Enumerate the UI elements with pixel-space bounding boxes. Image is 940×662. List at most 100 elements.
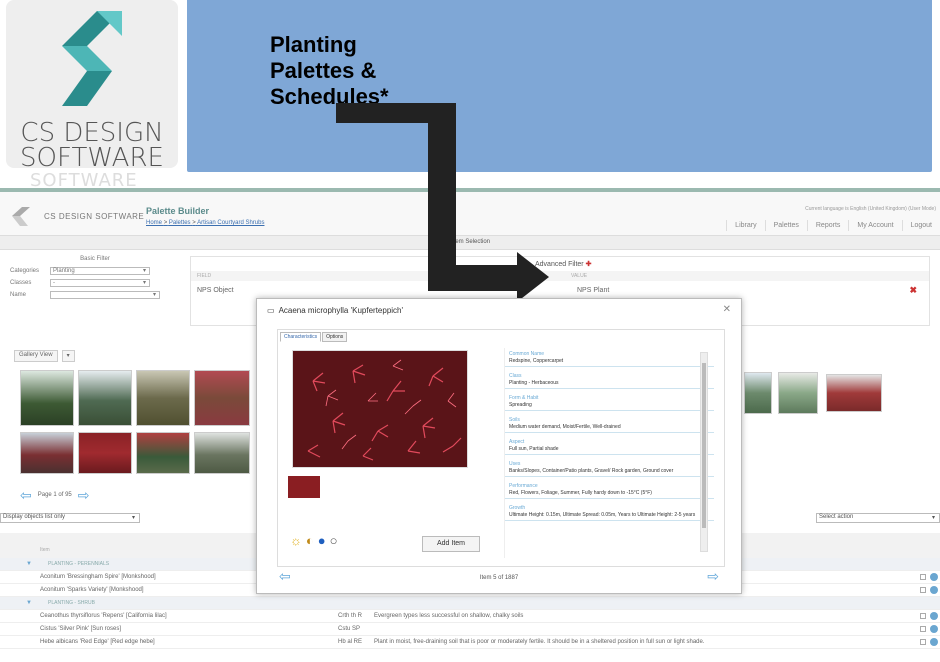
- table-row[interactable]: Hebe albicans 'Red Edge' [Red edge hebe]…: [0, 636, 940, 649]
- gallery-thumbnail[interactable]: [78, 432, 132, 474]
- gallery-thumbnail[interactable]: [136, 432, 190, 474]
- remove-filter-icon[interactable]: ✖: [909, 285, 917, 296]
- water-low-icon: ○: [329, 533, 338, 548]
- grid-header-item: Item: [40, 547, 50, 553]
- row-checkbox[interactable]: [920, 613, 926, 619]
- language-line: Current language is English (United King…: [805, 206, 936, 212]
- filter-field-value: NPS Object: [197, 287, 234, 294]
- modal-body: Characteristics Options ☼ ◐ ● ○ Add Item…: [277, 329, 725, 567]
- nav-logout[interactable]: Logout: [901, 220, 940, 231]
- banner-title: Planting Palettes & Schedules*: [270, 32, 389, 109]
- basic-filter-header: Basic Filter: [80, 256, 110, 262]
- gallery-view-dropdown-icon[interactable]: ▾: [61, 350, 75, 362]
- page-indicator: Page 1 of 95: [37, 492, 72, 498]
- filter-value-value: NPS Plant: [577, 287, 610, 294]
- gallery-thumbnail[interactable]: [826, 374, 882, 412]
- gallery-thumbnail[interactable]: [136, 370, 190, 426]
- group-row[interactable]: ▼ PLANTING - SHRUB: [0, 597, 940, 610]
- classes-select[interactable]: -: [50, 279, 150, 287]
- attr-aspect: Aspect Full sun, Partial shade: [505, 436, 714, 455]
- callout-arrowhead-icon: [517, 252, 549, 302]
- basic-filter: Basic Filter Categories Planting Classes -…: [10, 256, 180, 302]
- add-item-button[interactable]: Add Item: [422, 536, 480, 552]
- breadcrumb-current[interactable]: Artisan Courtyard Shrubs: [197, 220, 264, 226]
- display-mode-select[interactable]: Display objects list only ▾: [0, 513, 140, 523]
- partial-shade-icon: ◐: [305, 533, 314, 548]
- attribute-scrollbar[interactable]: [700, 352, 708, 552]
- gallery-thumbnail[interactable]: [20, 432, 74, 474]
- plant-thumbnail[interactable]: [288, 476, 320, 498]
- nav-reports[interactable]: Reports: [806, 220, 849, 231]
- classes-label: Classes: [10, 280, 32, 286]
- filter-tab-bar: Item Selection: [0, 236, 940, 250]
- name-label: Name: [10, 292, 27, 298]
- app-logo-icon: [12, 207, 30, 226]
- col-field: FIELD: [197, 273, 212, 279]
- app-header: CS DESIGN SOFTWARE Palette Builder Home …: [0, 188, 940, 236]
- gallery-view-button[interactable]: Gallery View: [14, 350, 58, 362]
- tab-options[interactable]: Options: [322, 332, 348, 342]
- add-row-icon[interactable]: [930, 573, 938, 581]
- row-checkbox[interactable]: [920, 639, 926, 645]
- breadcrumb-home[interactable]: Home: [146, 220, 162, 226]
- plant-photo: [292, 350, 468, 468]
- gallery-thumbnail[interactable]: [78, 370, 132, 426]
- breadcrumb-palettes[interactable]: Palettes: [169, 220, 191, 226]
- attr-form-habit: Form & Habit Spreading: [505, 392, 714, 411]
- close-icon[interactable]: ✕: [723, 304, 731, 315]
- name-input[interactable]: [50, 291, 160, 299]
- next-item-icon[interactable]: ⇨: [707, 569, 719, 583]
- water-high-icon: ●: [317, 533, 326, 548]
- modal-tabs: Characteristics Options: [280, 332, 348, 342]
- tab-item-selection[interactable]: Item Selection: [452, 239, 490, 245]
- top-nav: Library Palettes Reports My Account Logo…: [726, 220, 940, 231]
- aspect-icons: ☼ ◐ ● ○: [290, 534, 338, 548]
- window-icon: ▭: [267, 306, 275, 315]
- gallery-view-toggle: Gallery View ▾: [14, 350, 94, 362]
- row-checkbox[interactable]: [920, 574, 926, 580]
- tab-characteristics[interactable]: Characteristics: [280, 332, 322, 342]
- add-row-icon[interactable]: [930, 612, 938, 620]
- table-row[interactable]: Cistus 'Silver Pink' [Sun roses] Cstu SP: [0, 623, 940, 636]
- gallery-thumbnail[interactable]: [20, 370, 74, 426]
- app-title: Palette Builder: [146, 206, 210, 216]
- table-row[interactable]: Ceanothus thyrsiflorus 'Repens' [Califor…: [0, 610, 940, 623]
- attr-soils: Soils Medium water demand, Moist/Fertile,…: [505, 414, 714, 433]
- plant-photo-image: [293, 351, 467, 467]
- callout-arrow-horizontal-2: [428, 265, 520, 291]
- add-row-icon[interactable]: [930, 638, 938, 646]
- attr-class: Class Planting - Herbaceous: [505, 370, 714, 389]
- row-checkbox[interactable]: [920, 587, 926, 593]
- nav-library[interactable]: Library: [726, 220, 764, 231]
- attr-uses: Uses Banks/Slopes, Container/Patio plants…: [505, 458, 714, 477]
- cs-design-logo-card: CS DESIGN SOFTWARE: [6, 0, 178, 173]
- collapse-icon[interactable]: ▼: [26, 600, 32, 606]
- gallery-pager: ⇦ Page 1 of 95 ⇨: [20, 488, 90, 502]
- item-counter: Item 5 of 1887: [479, 575, 519, 581]
- breadcrumb: Home > Palettes > Artisan Courtyard Shru…: [146, 220, 265, 226]
- cs-logo-icon: [62, 11, 122, 106]
- attr-common-name: Common Name Redspine, Coppercarpet: [505, 348, 714, 367]
- modal-title: ▭ Acaena microphylla 'Kupferteppich': [267, 306, 404, 315]
- gallery-thumbnail[interactable]: [778, 372, 818, 414]
- callout-arrow-vertical: [428, 103, 456, 279]
- collapse-icon[interactable]: ▼: [26, 561, 32, 567]
- logo-line-2: SOFTWARE: [20, 143, 164, 173]
- attribute-list: Common Name Redspine, Coppercarpet Class P…: [504, 348, 714, 558]
- add-row-icon[interactable]: [930, 625, 938, 633]
- add-row-icon[interactable]: [930, 586, 938, 594]
- row-checkbox[interactable]: [920, 626, 926, 632]
- gallery-thumbnail[interactable]: [744, 372, 772, 414]
- gallery-thumbnail[interactable]: [194, 370, 250, 426]
- col-value: VALUE: [571, 273, 588, 279]
- categories-label: Categories: [10, 268, 40, 274]
- attr-growth: Growth Ultimate Height: 0.15m, Ultimate S…: [505, 502, 714, 521]
- nav-palettes[interactable]: Palettes: [764, 220, 807, 231]
- next-page-icon[interactable]: ⇨: [78, 488, 90, 502]
- categories-select[interactable]: Planting: [50, 267, 150, 275]
- nav-my-account[interactable]: My Account: [848, 220, 901, 231]
- gallery-thumbnail[interactable]: [194, 432, 250, 474]
- select-action-dropdown[interactable]: Select action ▾: [816, 513, 940, 523]
- scrollbar-thumb[interactable]: [702, 363, 706, 528]
- prev-page-icon[interactable]: ⇦: [20, 488, 32, 502]
